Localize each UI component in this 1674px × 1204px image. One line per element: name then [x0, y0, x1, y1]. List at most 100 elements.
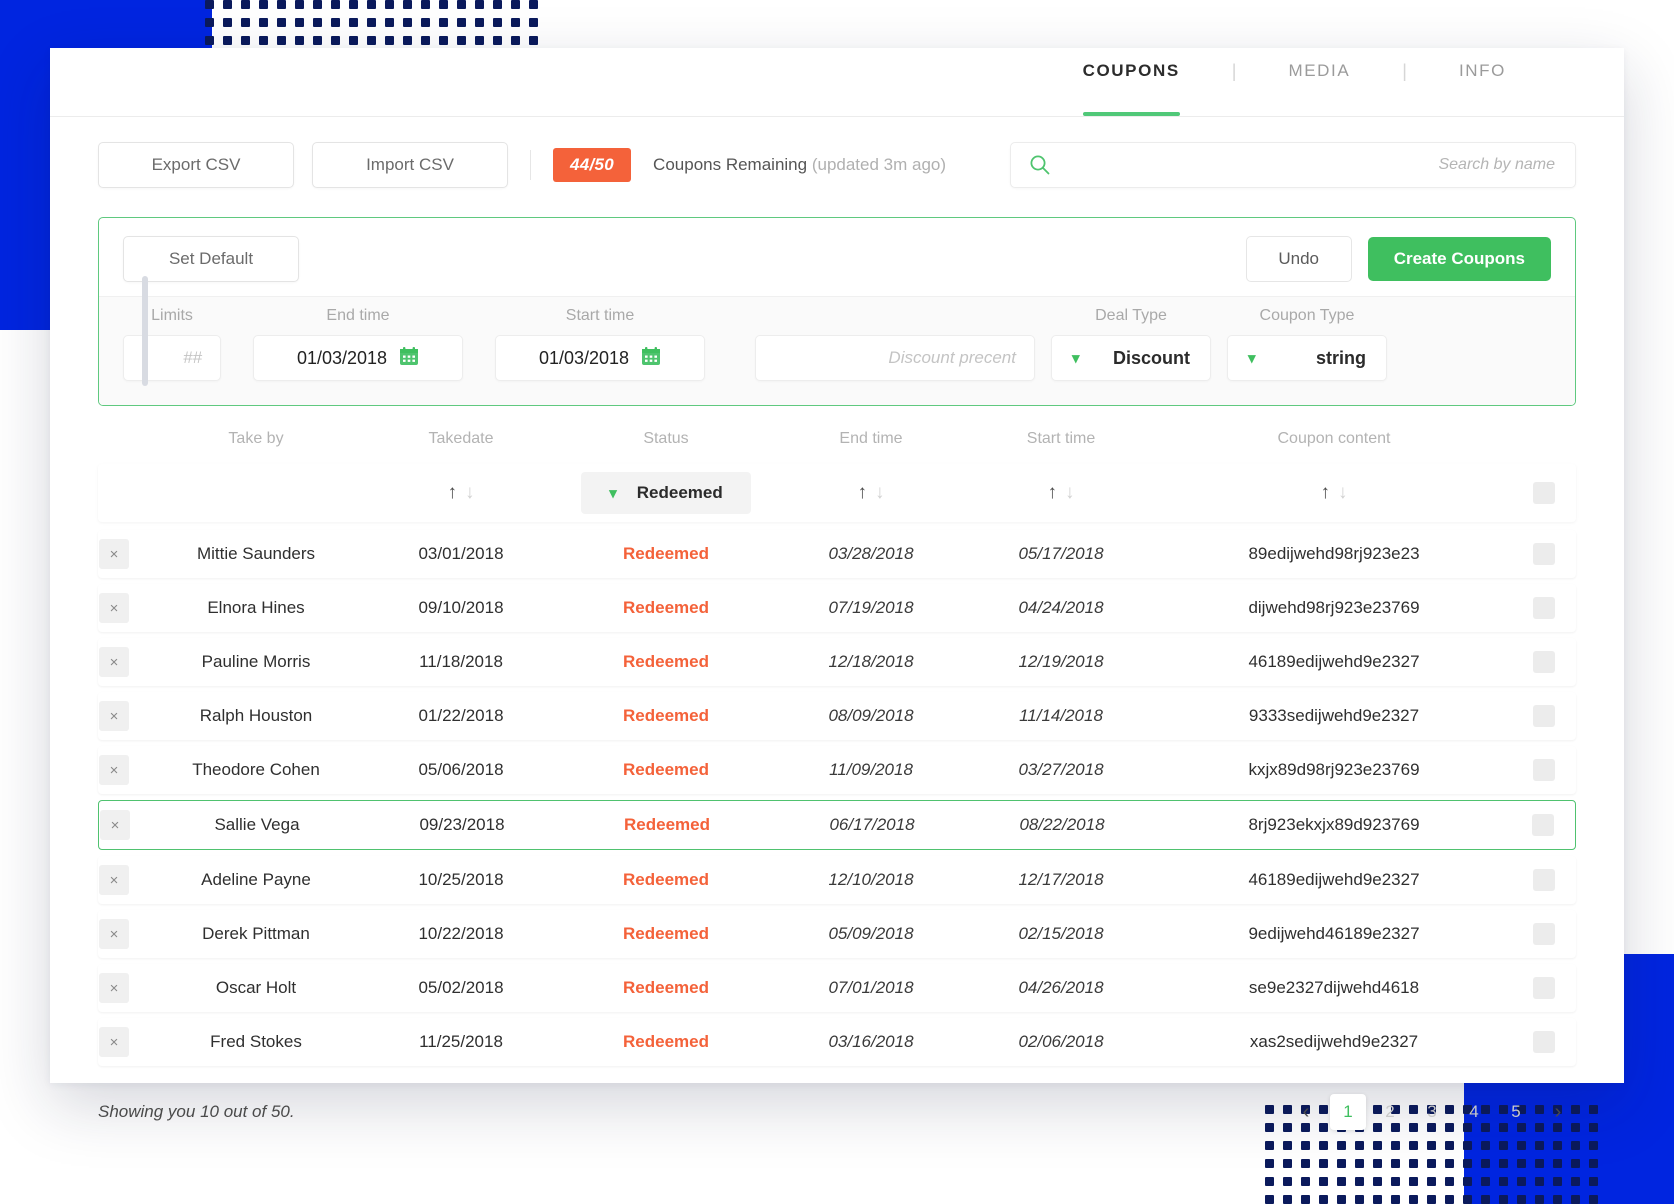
filter-start-time-sort[interactable]: ↑ ↓	[966, 482, 1156, 504]
start-time-value: 01/03/2018	[538, 347, 630, 368]
row-delete-cell[interactable]: ×	[98, 539, 146, 569]
row-select-cell[interactable]	[1512, 705, 1576, 727]
row-delete-cell[interactable]: ×	[99, 810, 147, 840]
tab-media[interactable]: MEDIA	[1288, 48, 1350, 116]
table-row[interactable]: × Elnora Hines 09/10/2018 Redeemed 07/19/201…	[98, 584, 1576, 632]
row-delete-cell[interactable]: ×	[98, 701, 146, 731]
status-filter-select[interactable]: ▾ Redeemed	[581, 472, 751, 514]
close-icon[interactable]: ×	[99, 539, 129, 569]
set-default-button[interactable]: Set Default	[123, 236, 299, 282]
sort-control-start-time[interactable]: ↑ ↓	[966, 482, 1156, 504]
sort-ascending-icon[interactable]: ↑	[1048, 482, 1058, 504]
row-checkbox[interactable]	[1533, 597, 1555, 619]
cell-end-time: 03/28/2018	[828, 544, 914, 563]
row-delete-cell[interactable]: ×	[98, 865, 146, 895]
table-row[interactable]: × Ralph Houston 01/22/2018 Redeemed 08/09/20…	[98, 692, 1576, 740]
row-delete-cell[interactable]: ×	[98, 755, 146, 785]
pagination-page-5[interactable]: 5	[1498, 1094, 1534, 1130]
sort-ascending-icon[interactable]: ↑	[1321, 482, 1331, 504]
row-checkbox[interactable]	[1533, 759, 1555, 781]
close-icon[interactable]: ×	[99, 973, 129, 1003]
tab-bar: COUPONS | MEDIA | INFO	[50, 48, 1624, 117]
row-delete-cell[interactable]: ×	[98, 973, 146, 1003]
row-checkbox[interactable]	[1533, 543, 1555, 565]
close-icon[interactable]: ×	[100, 810, 130, 840]
undo-button[interactable]: Undo	[1245, 236, 1352, 282]
filter-select-all[interactable]	[1512, 482, 1576, 504]
row-select-cell[interactable]	[1512, 759, 1576, 781]
row-select-cell[interactable]	[1512, 977, 1576, 999]
search-box[interactable]	[1010, 142, 1576, 188]
create-coupons-button[interactable]: Create Coupons	[1367, 237, 1551, 281]
row-select-cell[interactable]	[1512, 651, 1576, 673]
row-checkbox[interactable]	[1533, 977, 1555, 999]
tab-info-label: INFO	[1458, 61, 1506, 80]
sort-descending-icon[interactable]: ↓	[875, 482, 885, 504]
calendar-icon[interactable]	[399, 346, 419, 371]
pagination-next[interactable]: ›	[1540, 1094, 1576, 1130]
row-checkbox[interactable]	[1533, 1031, 1555, 1053]
sort-descending-icon[interactable]: ↓	[465, 482, 475, 504]
pagination-page-1[interactable]: 1	[1330, 1094, 1366, 1130]
deal-type-select[interactable]: ▾ Discount	[1051, 335, 1211, 381]
calendar-icon[interactable]	[641, 346, 661, 371]
table-row[interactable]: × Mittie Saunders 03/01/2018 Redeemed 03/28/…	[98, 530, 1576, 578]
start-time-field[interactable]: 01/03/2018	[495, 335, 705, 381]
sort-control-takedate[interactable]: ↑ ↓	[366, 482, 556, 504]
row-select-cell[interactable]	[1511, 814, 1575, 836]
row-checkbox[interactable]	[1533, 705, 1555, 727]
sort-ascending-icon[interactable]: ↑	[858, 482, 868, 504]
row-select-cell[interactable]	[1512, 923, 1576, 945]
sort-ascending-icon[interactable]: ↑	[448, 482, 458, 504]
sort-control-end-time[interactable]: ↑ ↓	[776, 482, 966, 504]
row-select-cell[interactable]	[1512, 869, 1576, 891]
cell-takedate: 11/25/2018	[419, 1032, 503, 1051]
close-icon[interactable]: ×	[99, 701, 129, 731]
table-row[interactable]: × Fred Stokes 11/25/2018 Redeemed 03/16/2018…	[98, 1018, 1576, 1066]
row-delete-cell[interactable]: ×	[98, 1027, 146, 1057]
row-checkbox[interactable]	[1533, 923, 1555, 945]
row-delete-cell[interactable]: ×	[98, 593, 146, 623]
end-time-field[interactable]: 01/03/2018	[253, 335, 463, 381]
table-row[interactable]: × Pauline Morris 11/18/2018 Redeemed 12/18/2…	[98, 638, 1576, 686]
filter-coupon-content-sort[interactable]: ↑ ↓	[1156, 482, 1512, 504]
sort-control-coupon-content[interactable]: ↑ ↓	[1156, 482, 1512, 504]
filter-end-time-sort[interactable]: ↑ ↓	[776, 482, 966, 504]
filter-takedate-sort[interactable]: ↑ ↓	[366, 482, 556, 504]
scrollbar-thumb[interactable]	[142, 276, 148, 386]
close-icon[interactable]: ×	[99, 865, 129, 895]
row-select-cell[interactable]	[1512, 1031, 1576, 1053]
tab-info[interactable]: INFO	[1459, 48, 1506, 116]
row-select-cell[interactable]	[1512, 543, 1576, 565]
row-delete-cell[interactable]: ×	[98, 919, 146, 949]
table-row[interactable]: × Sallie Vega 09/23/2018 Redeemed 06/17/2018…	[98, 800, 1576, 850]
table-row[interactable]: × Theodore Cohen 05/06/2018 Redeemed 11/09/2…	[98, 746, 1576, 794]
sort-descending-icon[interactable]: ↓	[1065, 482, 1075, 504]
table-row[interactable]: × Oscar Holt 05/02/2018 Redeemed 07/01/2018 0…	[98, 964, 1576, 1012]
close-icon[interactable]: ×	[99, 647, 129, 677]
close-icon[interactable]: ×	[99, 593, 129, 623]
table-row[interactable]: × Derek Pittman 10/22/2018 Redeemed 05/09/20…	[98, 910, 1576, 958]
pagination-page-2[interactable]: 2	[1372, 1094, 1408, 1130]
pagination-page-4[interactable]: 4	[1456, 1094, 1492, 1130]
row-select-cell[interactable]	[1512, 597, 1576, 619]
sort-descending-icon[interactable]: ↓	[1338, 482, 1348, 504]
row-checkbox[interactable]	[1532, 814, 1554, 836]
row-checkbox[interactable]	[1533, 869, 1555, 891]
coupon-type-select[interactable]: ▾ string	[1227, 335, 1387, 381]
row-delete-cell[interactable]: ×	[98, 647, 146, 677]
close-icon[interactable]: ×	[99, 755, 129, 785]
tab-coupons[interactable]: COUPONS	[1082, 48, 1180, 116]
pagination-prev[interactable]: ‹	[1288, 1094, 1324, 1130]
pagination-page-3[interactable]: 3	[1414, 1094, 1450, 1130]
select-all-checkbox[interactable]	[1533, 482, 1555, 504]
import-csv-button[interactable]: Import CSV	[312, 142, 508, 188]
limits-field[interactable]: ##	[123, 335, 221, 381]
close-icon[interactable]: ×	[99, 1027, 129, 1057]
search-input[interactable]	[1051, 155, 1557, 175]
table-row[interactable]: × Adeline Payne 10/25/2018 Redeemed 12/10/20…	[98, 856, 1576, 904]
row-checkbox[interactable]	[1533, 651, 1555, 673]
export-csv-button[interactable]: Export CSV	[98, 142, 294, 188]
close-icon[interactable]: ×	[99, 919, 129, 949]
discount-percent-field[interactable]: Discount precent	[755, 335, 1035, 381]
